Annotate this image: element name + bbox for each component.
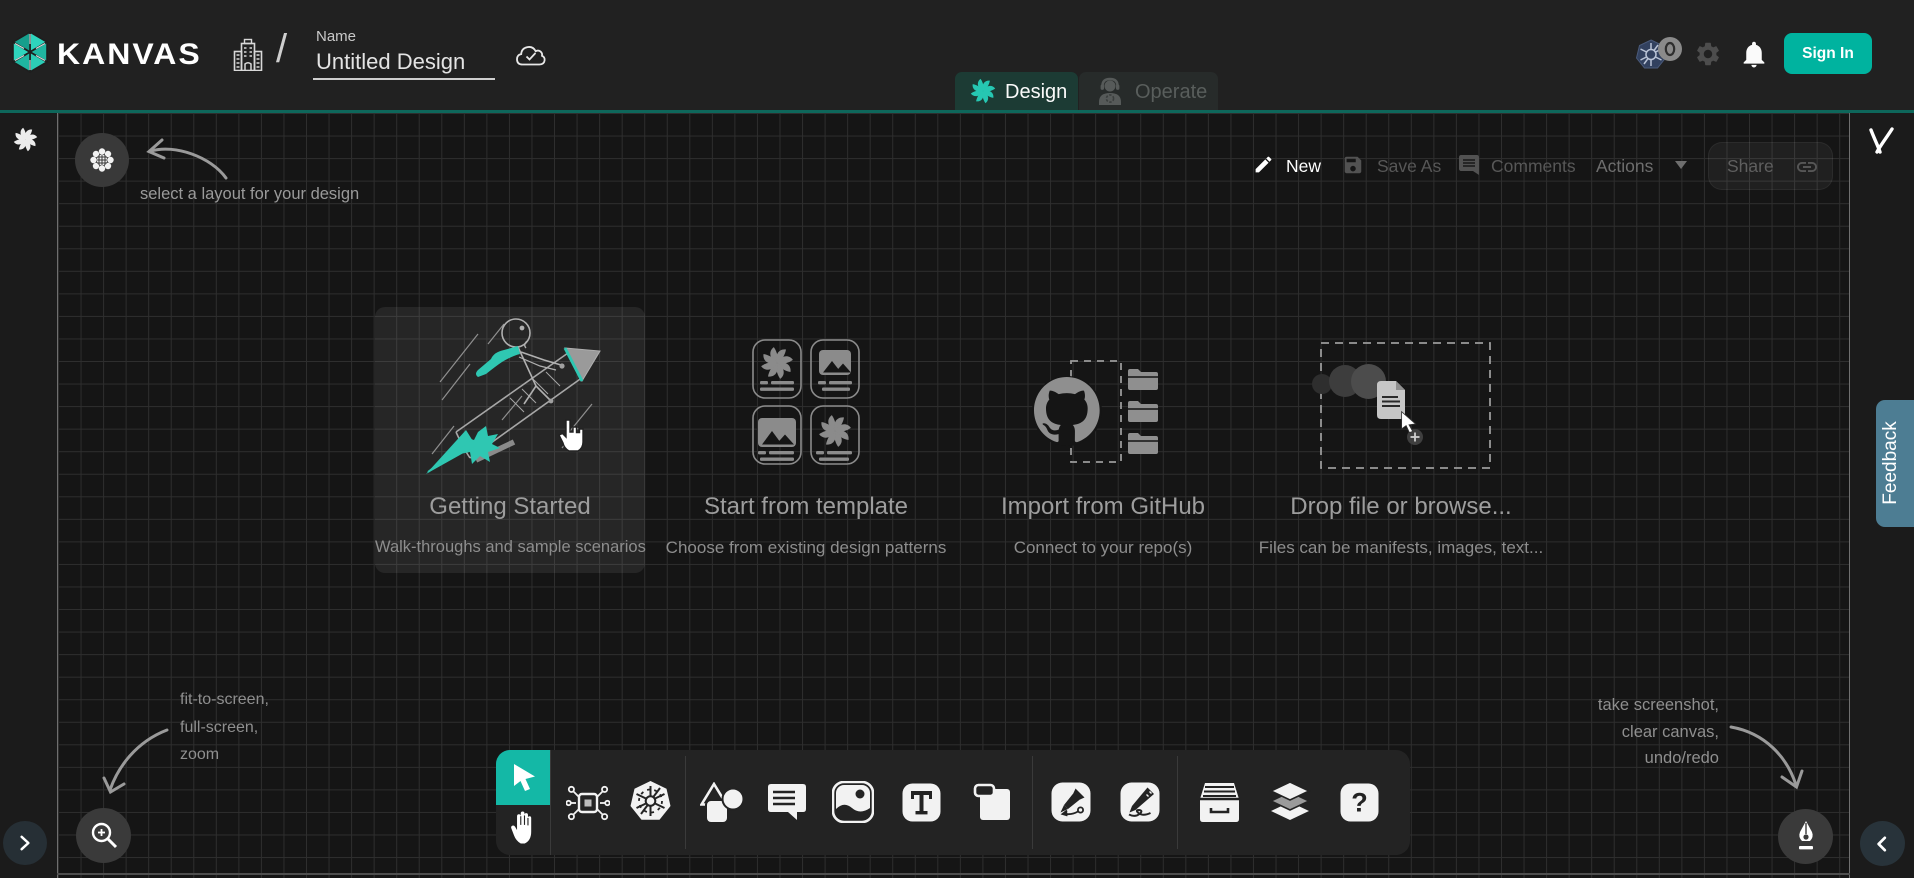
svg-text:?: ? [1351, 788, 1368, 818]
